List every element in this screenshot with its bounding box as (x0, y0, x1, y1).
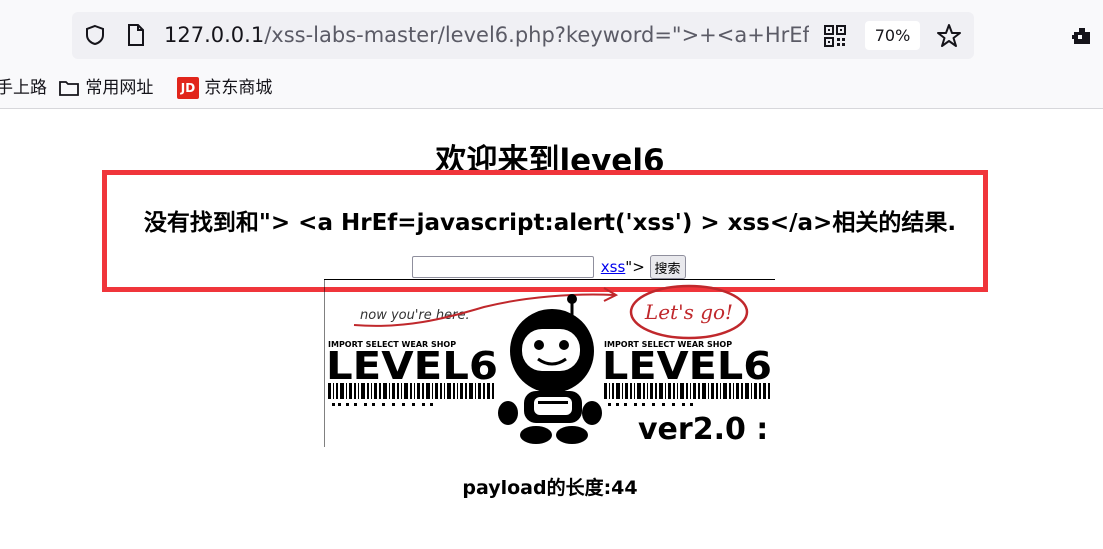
bookmark-jd[interactable]: JD 京东商城 (177, 70, 272, 106)
url-path: /xss-labs-master/level6.php?keyword=">+<… (264, 23, 809, 47)
extensions-icon[interactable] (1070, 24, 1094, 48)
browser-chrome: 127.0.0.1/xss-labs-master/level6.php?key… (0, 0, 1103, 109)
qr-code-icon[interactable] (824, 25, 846, 47)
url-text[interactable]: 127.0.0.1/xss-labs-master/level6.php?key… (164, 12, 809, 59)
bookmark-label: 京东商城 (204, 78, 273, 98)
bookmark-label: 手上路 (0, 78, 47, 98)
injected-tail-text: "> (625, 258, 645, 276)
level-banner-image: now you're here. Let's go! IMPORT SELECT… (324, 279, 775, 447)
zoom-level-button[interactable]: 70% (865, 21, 920, 50)
bookmark-folder-common-sites[interactable]: 常用网址 (58, 70, 153, 106)
folder-icon (59, 81, 79, 96)
bookmark-label: 常用网址 (85, 78, 154, 98)
jd-logo-icon: JD (177, 77, 199, 99)
robot-mascot-icon (498, 294, 602, 444)
browser-toolbar: 127.0.0.1/xss-labs-master/level6.php?key… (0, 0, 1103, 68)
result-message: 没有找到和"> <a HrEf=javascript:alert('xss') … (143, 210, 957, 236)
bookmark-star-icon[interactable] (936, 23, 962, 49)
bookmarks-toolbar: 手上路 常用网址 JD 京东商城 (0, 70, 1103, 106)
banner-level-right: LEVEL6 (602, 344, 772, 388)
page-content: 欢迎来到level6 没有找到和"> <a HrEf=javascript:al… (0, 109, 1103, 549)
search-button[interactable]: 搜索 (649, 255, 686, 279)
banner-bubble-text: Let's go! (644, 300, 733, 324)
url-host: 127.0.0.1 (164, 23, 265, 47)
page-icon (128, 24, 144, 46)
bookmark-getting-started[interactable]: 手上路 (0, 70, 47, 106)
banner-version: ver2.0 : (638, 412, 768, 447)
injected-xss-link[interactable]: xss (601, 258, 626, 276)
banner-level-left: LEVEL6 (326, 344, 498, 388)
search-form: xss"> 搜索 (412, 255, 686, 279)
payload-length: payload的长度:44 (462, 477, 638, 499)
keyword-input[interactable] (412, 256, 594, 278)
shield-icon[interactable] (84, 24, 106, 46)
address-bar[interactable]: 127.0.0.1/xss-labs-master/level6.php?key… (72, 12, 974, 59)
